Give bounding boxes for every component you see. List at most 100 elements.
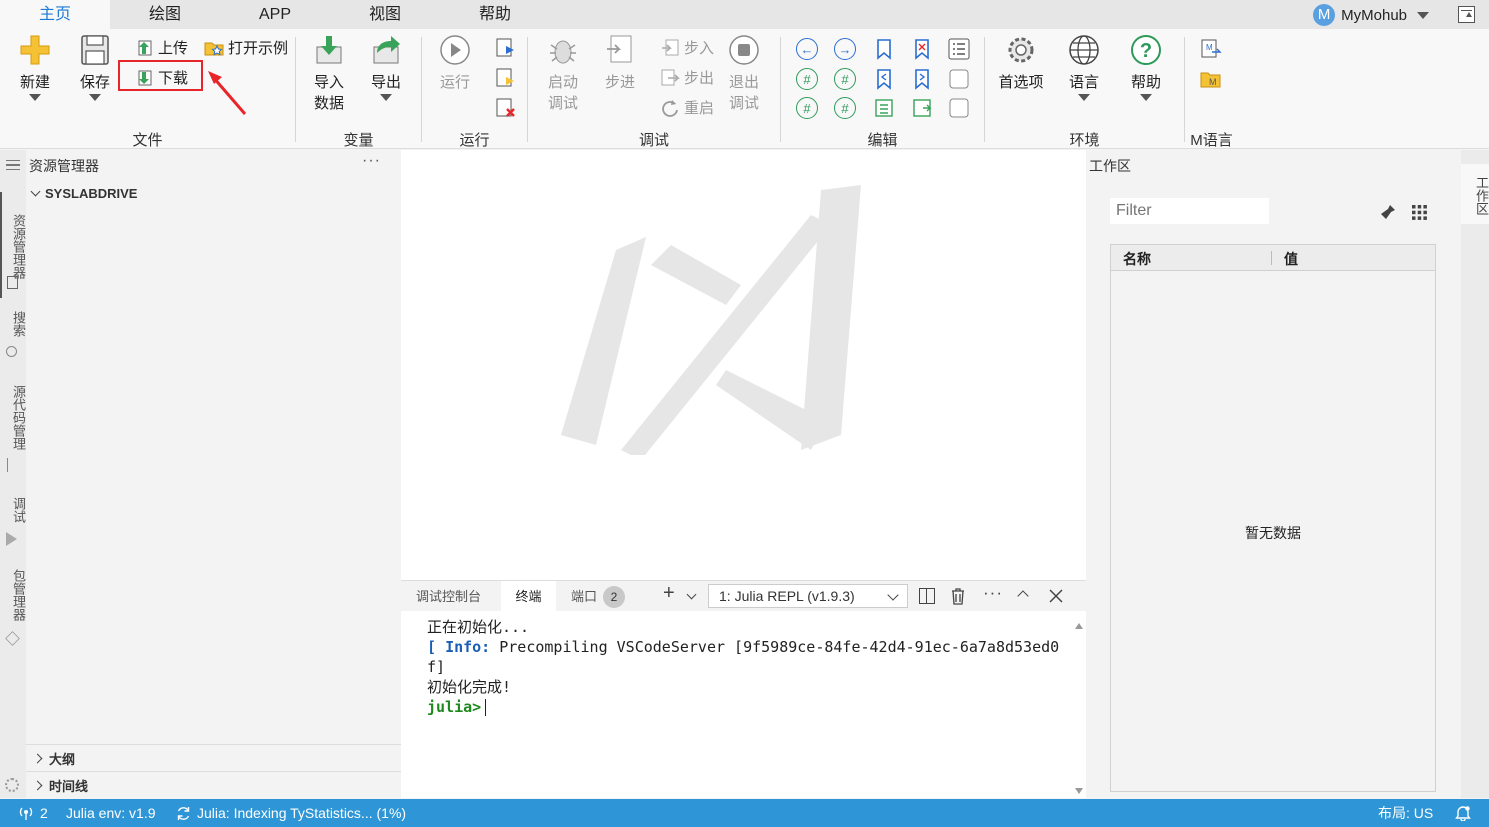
julia-env-status[interactable]: Julia env: v1.9 [66, 799, 156, 827]
start-debug-label-2: 调试 [547, 95, 578, 112]
m-file-icon[interactable]: M [1200, 38, 1222, 60]
outline-section[interactable]: 大纲 [26, 744, 401, 771]
chevron-down-icon [1078, 94, 1090, 101]
bookmark-icon[interactable] [873, 38, 895, 60]
checkbox-icon[interactable] [948, 97, 970, 119]
help-button[interactable]: ? 帮助 [1123, 33, 1169, 101]
tab-view[interactable]: 视图 [330, 0, 440, 29]
close-icon[interactable] [1049, 589, 1063, 603]
tab-plot[interactable]: 绘图 [110, 0, 220, 29]
group-label-run: 运行 [459, 132, 490, 149]
start-debug-button[interactable]: 启动 调试 [540, 33, 586, 113]
save-button[interactable]: 保存 [72, 33, 118, 101]
activity-package-manager[interactable]: 包管理器 [0, 564, 26, 626]
back-arrow-icon[interactable]: ← [796, 38, 818, 60]
grid-view-icon[interactable] [1412, 205, 1427, 220]
tab-ports[interactable]: 端口 2 [571, 581, 626, 611]
m-folder-icon[interactable]: M [1200, 68, 1222, 90]
forward-arrow-icon[interactable]: → [834, 38, 856, 60]
timeline-label: 时间线 [49, 778, 89, 794]
outdent-icon[interactable] [911, 97, 933, 119]
uncomment-icon[interactable]: # [834, 68, 856, 90]
import-label-2: 数据 [313, 95, 344, 112]
import-data-button[interactable]: 导入 数据 [306, 33, 352, 113]
restart-icon [662, 99, 678, 117]
timeline-section[interactable]: 时间线 [26, 771, 401, 798]
column-divider[interactable] [1271, 251, 1272, 265]
indent-icon[interactable] [873, 97, 895, 119]
folder-star-icon [204, 42, 224, 55]
menu-icon[interactable] [6, 160, 20, 170]
language-button[interactable]: 语言 [1061, 33, 1107, 101]
more-actions-button[interactable]: ··· [362, 152, 381, 170]
upload-button[interactable]: 上传 [134, 37, 188, 58]
checkbox-icon[interactable] [948, 68, 970, 90]
open-example-button[interactable]: 打开示例 [204, 37, 288, 58]
tab-help[interactable]: 帮助 [440, 0, 550, 29]
tab-debug-console[interactable]: 调试控制台 [416, 581, 481, 611]
debug-play-icon [6, 532, 17, 546]
new-button[interactable]: 新建 [12, 33, 58, 101]
bottom-panel: 调试控制台 终端 端口 2 + 1: Julia REPL (v1.9.3) ··… [401, 580, 1086, 798]
terminal-selector[interactable]: 1: Julia REPL (v1.9.3) [708, 584, 908, 608]
red-arrow-annotation [208, 71, 247, 115]
download-button[interactable]: 下载 [134, 67, 188, 88]
run-file-icon[interactable] [495, 37, 517, 59]
scroll-down-arrow[interactable] [1075, 788, 1083, 794]
block-uncomment-icon[interactable]: # [834, 97, 856, 119]
group-divider [984, 37, 985, 142]
ribbon-toolbar: 新建 保存 上传 下载 打开示例 文件 导入 数据 导出 变量 运行 运行 启动… [0, 29, 1489, 149]
activity-debug[interactable]: 调试 [0, 494, 26, 526]
keyboard-layout-status[interactable]: 布局: US [1378, 799, 1433, 827]
git-branch-icon [7, 458, 17, 472]
open-example-label: 打开示例 [228, 40, 289, 57]
collapse-ribbon-button[interactable] [1458, 6, 1475, 23]
step-out-button[interactable]: 步出 [660, 67, 714, 88]
list-icon[interactable] [948, 38, 970, 60]
clear-bookmark-icon[interactable] [911, 38, 933, 60]
prev-bookmark-icon[interactable] [873, 68, 895, 90]
next-bookmark-icon[interactable] [911, 68, 933, 90]
user-menu[interactable]: M MyMohub [1313, 3, 1429, 27]
scroll-up-arrow[interactable] [1075, 623, 1083, 629]
restart-button[interactable]: 重启 [660, 97, 714, 118]
tab-terminal[interactable]: 终端 [501, 581, 556, 611]
block-comment-icon[interactable]: # [796, 97, 818, 119]
run-label: 运行 [439, 74, 470, 91]
panel-tab-bar: 调试控制台 终端 端口 2 + 1: Julia REPL (v1.9.3) ··… [401, 581, 1086, 611]
run-button[interactable]: 运行 [432, 33, 478, 92]
step-button[interactable]: 步进 [597, 33, 643, 92]
notification-bell-icon[interactable] [1455, 805, 1471, 821]
new-terminal-plus-icon[interactable]: + [663, 582, 675, 605]
info-text: Precompiling VSCodeServer [9f5989ce-84fe… [490, 638, 1060, 656]
remote-count: 2 [40, 805, 48, 821]
tab-app[interactable]: APP [220, 0, 330, 29]
clear-brush-icon[interactable] [1380, 204, 1396, 220]
stop-run-icon[interactable] [495, 97, 517, 119]
maximize-panel-icon[interactable] [1017, 590, 1029, 602]
activity-source-control[interactable]: 源代码管理 [0, 378, 26, 456]
workspace-side-tab[interactable]: 工作区 [1461, 164, 1489, 224]
comment-icon[interactable]: # [796, 68, 818, 90]
explorer-root-folder[interactable]: SYSLABDRIVE [30, 186, 137, 201]
export-button[interactable]: 导出 [363, 33, 409, 101]
split-terminal-icon[interactable] [919, 588, 935, 604]
tab-home[interactable]: 主页 [0, 0, 110, 29]
step-in-button[interactable]: 步入 [660, 37, 714, 58]
workspace-side-tab-label: 工作区 [1474, 175, 1489, 215]
more-icon[interactable]: ··· [983, 583, 1003, 603]
run-section-icon[interactable] [495, 67, 517, 89]
chevron-down-icon[interactable] [686, 589, 697, 600]
trash-icon[interactable] [950, 587, 966, 605]
settings-gear-icon[interactable] [5, 778, 19, 792]
help-icon: ? [1131, 35, 1161, 65]
exit-debug-button[interactable]: 退出 调试 [721, 33, 767, 113]
activity-search[interactable]: 搜索 [0, 308, 26, 340]
indexing-status[interactable]: Julia: Indexing TyStatistics... (1%) [176, 799, 406, 827]
workspace-filter-input[interactable] [1110, 198, 1269, 224]
column-name[interactable]: 名称 [1123, 249, 1151, 269]
remote-status[interactable]: 2 [18, 799, 48, 827]
terminal-output[interactable]: 正在初始化... [ Info: Precompiling VSCodeServ… [427, 617, 1067, 717]
column-value[interactable]: 值 [1284, 249, 1298, 269]
preferences-button[interactable]: 首选项 [994, 33, 1048, 92]
